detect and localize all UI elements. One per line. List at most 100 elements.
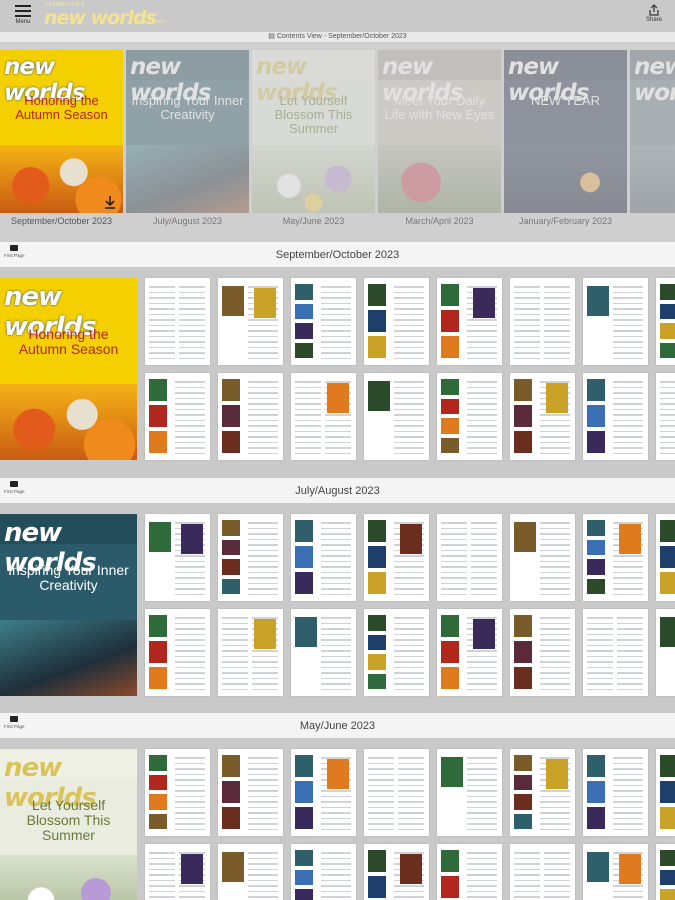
page-thumbnail[interactable] [291,844,356,900]
page-thumbnail[interactable] [656,278,675,365]
page-text-line [540,436,570,438]
issue-cover-page[interactable]: new worlds Inspiring Your Inner Creativit… [0,514,137,696]
page-image [368,336,386,358]
page-thumbnail[interactable] [364,373,429,460]
page-thumbnail[interactable] [291,514,356,601]
page-text-line [252,677,278,679]
page-thumbnail[interactable] [510,749,575,836]
carousel-issue[interactable]: new worlds Honoring the Autumn Season Sept… [0,50,123,235]
page-thumbnail[interactable] [583,373,648,460]
page-thumbnail[interactable] [291,609,356,696]
issue-section-title: May/June 2023 [299,720,376,732]
page-thumbnail[interactable] [656,749,675,836]
share-button[interactable]: Share [639,4,669,30]
page-thumbnail[interactable] [437,749,502,836]
page-thumbnail[interactable] [656,373,675,460]
page-thumbnail[interactable] [583,278,648,365]
page-thumbnail[interactable] [437,373,502,460]
page-thumbnail[interactable] [218,749,283,836]
page-thumbnail[interactable] [510,514,575,601]
contents-view-label[interactable]: ▤ Contents View - September/October 2023 [0,32,675,42]
page-text-line [175,672,205,674]
carousel-issue[interactable]: new worlds Let Yourself Blossom This Summ… [252,50,375,235]
page-thumbnail[interactable] [583,514,648,601]
page-thumbnail[interactable] [364,844,429,900]
page-thumbnail[interactable] [145,844,210,900]
page-text-line [248,852,278,854]
page-thumbnail[interactable] [656,844,675,900]
page-thumbnail[interactable] [364,278,429,365]
page-thumbnail[interactable] [218,844,283,900]
page-thumbnail[interactable] [145,278,210,365]
carousel-issue[interactable]: new worlds Inspiring Your Inner Creativit… [126,50,249,235]
page-image [587,286,609,316]
page-text-line [295,425,321,427]
page-text-line [368,817,394,819]
page-text-line [321,677,351,679]
issue-cover[interactable]: new worlds Honoring the Autumn Season [0,50,123,213]
page-text-line [175,425,205,427]
issue-cover-page[interactable]: new worlds Honoring the Autumn Season [0,278,137,460]
page-thumbnail[interactable] [583,844,648,900]
page-thumbnail[interactable] [145,749,210,836]
page-thumbnail[interactable] [510,609,575,696]
page-text-line [149,286,175,288]
page-text-line [248,801,278,803]
page-text-line [441,522,467,524]
page-thumbnail[interactable] [364,749,429,836]
page-text-line [617,633,643,635]
page-text-line [222,688,248,690]
page-image [587,405,605,427]
carousel-issue[interactable]: new worldsYOURYou [630,50,675,235]
page-text-line [149,308,175,310]
issue-cover[interactable]: new worlds NEW YEAR [504,50,627,213]
page-thumbnail[interactable] [218,373,283,460]
page-thumbnail[interactable] [145,373,210,460]
page-thumbnail[interactable] [583,749,648,836]
cover-headline: NEW YEAR [530,93,601,108]
page-text-line [175,386,205,388]
page-thumbnail[interactable] [364,514,429,601]
carousel-issue[interactable]: new worlds NEW YEAR January/February 2023 [504,50,627,235]
page-text-line [613,571,643,573]
page-thumbnail[interactable] [145,609,210,696]
page-thumbnail[interactable] [437,278,502,365]
page-text-line [540,571,570,573]
page-text-line [467,896,497,898]
page-text-line [248,533,278,535]
page-thumbnail[interactable] [510,844,575,900]
page-thumbnail[interactable] [510,373,575,460]
page-image [295,807,313,829]
page-text-line [295,392,321,394]
page-thumbnail[interactable] [218,278,283,365]
issue-cover[interactable]: new worlds Meet Your Daily Life with New … [378,50,501,213]
page-thumbnail[interactable] [291,278,356,365]
page-thumbnail[interactable] [218,514,283,601]
issue-cover[interactable]: new worldsYOUR [630,50,675,213]
carousel-issue[interactable]: new worlds Meet Your Daily Life with New … [378,50,501,235]
page-thumbnail[interactable] [510,278,575,365]
page-thumbnail[interactable] [218,609,283,696]
page-thumbnail[interactable] [437,844,502,900]
page-thumbnail[interactable] [437,609,502,696]
page-thumbnail[interactable] [364,609,429,696]
issue-cover[interactable]: new worlds Inspiring Your Inner Creativit… [126,50,249,213]
download-icon[interactable] [103,195,117,211]
menu-button[interactable]: Menu [8,3,38,31]
issue-carousel[interactable]: new worlds Honoring the Autumn Season Sept… [0,42,675,242]
page-image [514,794,532,810]
page-text-line [321,308,351,310]
page-thumbnail[interactable] [656,609,675,696]
issue-cover-page[interactable]: new worlds Let Yourself Blossom This Summ… [0,749,137,900]
menu-label: Menu [15,19,31,25]
page-thumbnail[interactable] [656,514,675,601]
issue-cover[interactable]: new worlds Let Yourself Blossom This Summ… [252,50,375,213]
page-image [441,379,459,395]
page-text-line [179,286,205,288]
page-thumbnail[interactable] [583,609,648,696]
page-thumbnail[interactable] [437,514,502,601]
page-thumbnail[interactable] [291,373,356,460]
page-image [660,520,675,542]
page-thumbnail[interactable] [145,514,210,601]
page-thumbnail[interactable] [291,749,356,836]
